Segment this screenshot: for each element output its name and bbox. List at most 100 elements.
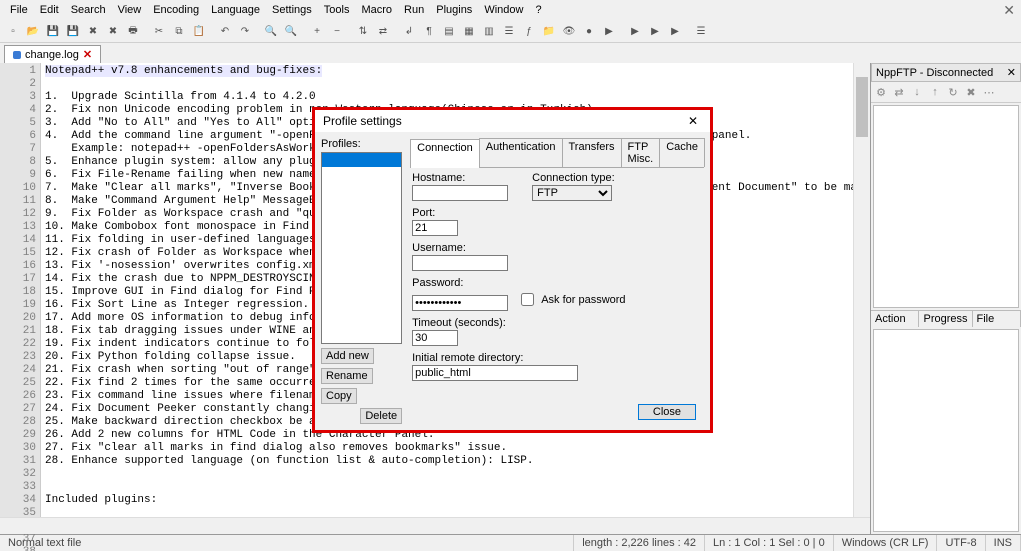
menu-window[interactable]: Window	[478, 2, 529, 18]
save-all-icon[interactable]: 💾	[64, 22, 82, 40]
ftp-tool-4[interactable]: ↻	[945, 84, 961, 100]
line-number-gutter: 1 2 3 4 5 6 7 8 9 10 11 12 13 14 15 16 1…	[0, 63, 41, 534]
editor-scrollbar-vertical[interactable]	[853, 63, 870, 534]
dlg-tab-connection[interactable]: Connection	[410, 139, 480, 168]
editor-scrollbar-horizontal[interactable]	[0, 517, 870, 534]
macro3-icon[interactable]: ▶	[666, 22, 684, 40]
file-tab-changelog[interactable]: change.log ✕	[4, 45, 101, 63]
delete-button[interactable]: Delete	[360, 408, 402, 424]
sync-v-icon[interactable]: ⇅	[354, 22, 372, 40]
save-icon[interactable]: 💾	[44, 22, 62, 40]
hostname-label: Hostname:	[412, 172, 508, 184]
replace-icon[interactable]: 🔍	[282, 22, 300, 40]
ftp-tab-progress[interactable]: Progress	[919, 311, 972, 327]
func-list-icon[interactable]: ƒ	[520, 22, 538, 40]
status-encoding: UTF-8	[937, 535, 985, 551]
panel-close-icon[interactable]: ✕	[1007, 66, 1016, 79]
zoom-in-icon[interactable]: +	[308, 22, 326, 40]
menu-plugins[interactable]: Plugins	[430, 2, 478, 18]
hostname-input[interactable]	[412, 185, 508, 201]
macro1-icon[interactable]: ▶	[626, 22, 644, 40]
dlg-tab-ftpmisc[interactable]: FTP Misc.	[621, 138, 661, 167]
timeout-input[interactable]	[412, 330, 458, 346]
conntype-label: Connection type:	[532, 172, 615, 184]
menu-run[interactable]: Run	[398, 2, 430, 18]
doc-map-icon[interactable]: ▥	[480, 22, 498, 40]
window-close-icon[interactable]: ✕	[1003, 2, 1015, 19]
lang-icon[interactable]: ▦	[460, 22, 478, 40]
ftp-tool-3[interactable]: ↑	[927, 84, 943, 100]
statusbar: Normal text file length : 2,226 lines : …	[0, 534, 1021, 551]
play-icon[interactable]: ▶	[600, 22, 618, 40]
close-button[interactable]: Close	[638, 404, 696, 420]
nppftp-panel: NppFTP - Disconnected ✕ ⚙⇄↓↑↻✖⋯ ActionPr…	[870, 63, 1021, 534]
nppftp-toolbar: ⚙⇄↓↑↻✖⋯	[871, 82, 1021, 103]
nppftp-tree[interactable]	[873, 105, 1019, 308]
file-tab-label: change.log	[25, 49, 79, 61]
record-icon[interactable]: ●	[580, 22, 598, 40]
add-new-button[interactable]: Add new	[321, 348, 374, 364]
menu-language[interactable]: Language	[205, 2, 266, 18]
zoom-out-icon[interactable]: −	[328, 22, 346, 40]
ftp-tab-action[interactable]: Action	[871, 311, 919, 327]
password-input[interactable]	[412, 295, 508, 311]
paste-icon[interactable]: 📋	[190, 22, 208, 40]
folder-icon[interactable]: 📁	[540, 22, 558, 40]
word-wrap-icon[interactable]: ↲	[400, 22, 418, 40]
print-icon[interactable]: 🖶	[124, 22, 142, 40]
ftp-tool-2[interactable]: ↓	[909, 84, 925, 100]
menu-tools[interactable]: Tools	[318, 2, 356, 18]
profile-item-selected[interactable]	[322, 153, 401, 167]
menu-macro[interactable]: Macro	[355, 2, 398, 18]
ftp-tool-0[interactable]: ⚙	[873, 84, 889, 100]
menu-settings[interactable]: Settings	[266, 2, 318, 18]
dlg-tab-authentication[interactable]: Authentication	[479, 138, 563, 167]
main-toolbar: ▫📂💾💾✖✖🖶✂⧉📋↶↷🔍🔍+−⇅⇄↲¶▤▦▥☰ƒ📁👁●▶▶▶▶☰	[0, 20, 1021, 43]
username-input[interactable]	[412, 255, 508, 271]
password-label: Password:	[412, 277, 702, 289]
close-all-icon[interactable]: ✖	[104, 22, 122, 40]
menu-edit[interactable]: Edit	[34, 2, 65, 18]
menu-encoding[interactable]: Encoding	[147, 2, 205, 18]
remotedir-label: Initial remote directory:	[412, 352, 702, 364]
ftp-tab-file[interactable]: File	[973, 311, 1021, 327]
port-input[interactable]	[412, 220, 458, 236]
menu-file[interactable]: File	[4, 2, 34, 18]
ftp-tool-5[interactable]: ✖	[963, 84, 979, 100]
copy-icon[interactable]: ⧉	[170, 22, 188, 40]
open-file-icon[interactable]: 📂	[24, 22, 42, 40]
undo-icon[interactable]: ↶	[216, 22, 234, 40]
ftp-tool-1[interactable]: ⇄	[891, 84, 907, 100]
monitor-icon[interactable]: 👁	[560, 22, 578, 40]
askpassword-checkbox[interactable]	[521, 293, 534, 306]
ftp-tool-6[interactable]: ⋯	[981, 84, 997, 100]
redo-icon[interactable]: ↷	[236, 22, 254, 40]
indent-guide-icon[interactable]: ▤	[440, 22, 458, 40]
find-icon[interactable]: 🔍	[262, 22, 280, 40]
askpassword-label: Ask for password	[541, 294, 625, 306]
status-insertmode: INS	[986, 535, 1021, 551]
rename-button[interactable]: Rename	[321, 368, 373, 384]
conntype-select[interactable]: FTP	[532, 185, 612, 201]
dlg-tab-cache[interactable]: Cache	[659, 138, 705, 167]
status-length: length : 2,226 lines : 42	[574, 535, 705, 551]
sync-h-icon[interactable]: ⇄	[374, 22, 392, 40]
new-file-icon[interactable]: ▫	[4, 22, 22, 40]
dialog-close-icon[interactable]: ✕	[684, 114, 702, 128]
profiles-listbox[interactable]	[321, 152, 402, 344]
cut-icon[interactable]: ✂	[150, 22, 168, 40]
close-icon[interactable]: ✖	[84, 22, 102, 40]
close-tab-icon[interactable]: ✕	[83, 48, 92, 61]
menu-search[interactable]: Search	[65, 2, 112, 18]
remotedir-input[interactable]	[412, 365, 578, 381]
menu-[interactable]: ?	[529, 2, 547, 18]
menu-view[interactable]: View	[112, 2, 148, 18]
dlg-tab-transfers[interactable]: Transfers	[562, 138, 622, 167]
file-modified-icon	[13, 51, 21, 59]
doc-list-icon[interactable]: ☰	[500, 22, 518, 40]
show-all-icon[interactable]: ¶	[420, 22, 438, 40]
copy-button[interactable]: Copy	[321, 388, 357, 404]
plugin-icon[interactable]: ☰	[692, 22, 710, 40]
macro2-icon[interactable]: ▶	[646, 22, 664, 40]
document-tabbar: change.log ✕	[0, 43, 1021, 63]
